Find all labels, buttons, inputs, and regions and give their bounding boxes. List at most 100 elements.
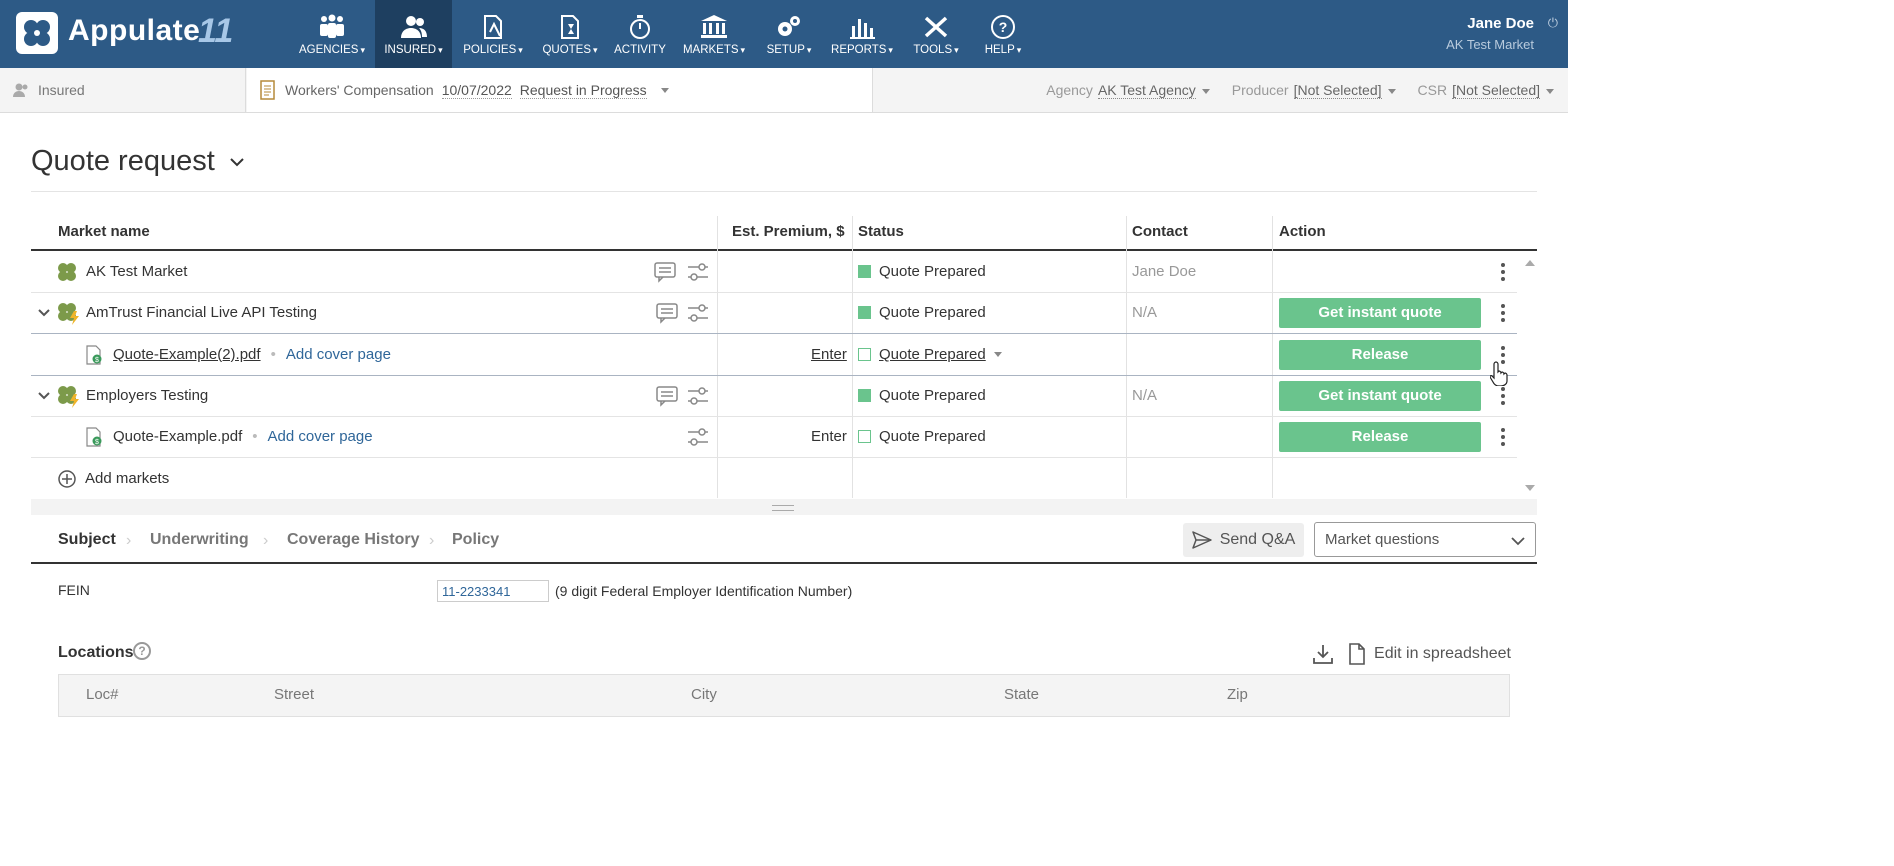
- nav-agencies[interactable]: AGENCIES ▾: [293, 0, 371, 68]
- locations-title: Locations: [58, 644, 134, 661]
- chevron-down-icon: [230, 158, 244, 167]
- table-row[interactable]: Employers Testing Quote Prepared N/A Get…: [31, 375, 1517, 417]
- page-title[interactable]: Quote request: [31, 145, 245, 178]
- svg-text:$: $: [95, 357, 99, 364]
- nav-quotes[interactable]: QUOTES ▾: [537, 0, 603, 68]
- get-instant-quote-button[interactable]: Get instant quote: [1279, 292, 1481, 333]
- status-cell: Quote Prepared: [858, 292, 986, 333]
- producer-selector[interactable]: Producer [Not Selected]: [1232, 82, 1396, 99]
- column-zip[interactable]: Zip: [1227, 686, 1248, 703]
- policy-date[interactable]: 10/07/2022: [441, 82, 512, 99]
- context-bar: Insured Workers' Compensation 10/07/2022…: [0, 68, 1568, 113]
- fein-hint: (9 digit Federal Employer Identification…: [555, 583, 853, 599]
- scroll-down-arrow-icon[interactable]: [1525, 485, 1535, 491]
- column-loc[interactable]: Loc#: [86, 686, 119, 703]
- market-name[interactable]: Employers Testing: [86, 375, 208, 416]
- header-est-premium[interactable]: Est. Premium, $: [732, 223, 845, 240]
- scroll-up-arrow-icon[interactable]: [1525, 260, 1535, 266]
- header-contact[interactable]: Contact: [1132, 223, 1188, 240]
- send-qa-button[interactable]: Send Q&A: [1183, 523, 1304, 557]
- appulate-logo-icon[interactable]: [16, 12, 58, 54]
- release-button[interactable]: Release: [1279, 334, 1481, 375]
- policy-document-icon: [260, 80, 275, 100]
- insured-selector[interactable]: Insured: [0, 68, 246, 112]
- tab-policy[interactable]: Policy: [452, 531, 499, 549]
- contact-cell[interactable]: Jane Doe: [1132, 251, 1196, 292]
- nav-markets[interactable]: MARKETS ▾: [677, 0, 751, 68]
- table-row[interactable]: $ Quote-Example(2).pdf • Add cover page …: [31, 333, 1517, 376]
- edit-in-spreadsheet-button[interactable]: Edit in spreadsheet: [1348, 643, 1511, 665]
- tab-coverage-history[interactable]: Coverage History: [287, 531, 420, 549]
- add-cover-page-link[interactable]: Add cover page: [268, 428, 373, 445]
- status-cell: Quote Prepared: [858, 251, 986, 292]
- settings-sliders-icon[interactable]: [686, 292, 710, 333]
- status-dropdown[interactable]: Quote Prepared: [858, 334, 1002, 375]
- drag-handle-icon[interactable]: [772, 505, 794, 511]
- messages-icon[interactable]: [655, 375, 679, 416]
- more-options-icon[interactable]: [1501, 263, 1505, 281]
- nav-reports[interactable]: REPORTS ▾: [826, 0, 898, 68]
- activity-icon: [630, 15, 650, 39]
- premium-enter-link[interactable]: Enter: [811, 416, 847, 457]
- column-street[interactable]: Street: [274, 686, 314, 703]
- column-state[interactable]: State: [1004, 686, 1039, 703]
- more-options-icon[interactable]: [1501, 428, 1505, 446]
- more-options-icon[interactable]: [1501, 304, 1505, 322]
- nav-insured[interactable]: INSURED ▾: [375, 0, 452, 68]
- power-icon[interactable]: ⏻: [1548, 15, 1558, 31]
- quote-file-link[interactable]: Quote-Example.pdf: [113, 428, 242, 445]
- market-name[interactable]: AK Test Market: [86, 251, 187, 292]
- nav-policies[interactable]: POLICIES ▾: [458, 0, 528, 68]
- chevron-right-icon: ›: [429, 532, 435, 549]
- chevron-right-icon: ›: [126, 532, 132, 549]
- policy-type: Workers' Compensation: [285, 82, 434, 98]
- header-status[interactable]: Status: [858, 223, 904, 240]
- get-instant-quote-button[interactable]: Get instant quote: [1279, 375, 1481, 416]
- table-row[interactable]: AmTrust Financial Live API Testing Quote…: [31, 292, 1517, 334]
- csr-selector[interactable]: CSR [Not Selected]: [1418, 82, 1554, 99]
- table-row[interactable]: AK Test Market Quote Prepared Jane Doe: [31, 251, 1517, 293]
- table-row[interactable]: $ Quote-Example.pdf • Add cover page Ent…: [31, 416, 1517, 458]
- collapse-chevron-icon[interactable]: [38, 375, 50, 416]
- add-cover-page-link[interactable]: Add cover page: [286, 346, 391, 363]
- hand-cursor-icon: [1490, 361, 1508, 386]
- messages-icon[interactable]: [653, 251, 679, 292]
- clover-api-icon: [56, 375, 82, 416]
- nav-help[interactable]: ? HELP ▾: [976, 0, 1030, 68]
- clover-icon: [56, 251, 78, 292]
- nav-tools[interactable]: TOOLS ▾: [906, 0, 966, 68]
- agency-selector[interactable]: Agency AK Test Agency: [1046, 82, 1210, 99]
- tab-underwriting[interactable]: Underwriting: [150, 531, 249, 549]
- download-icon[interactable]: [1312, 643, 1334, 665]
- table-header: Market name Est. Premium, $ Status Conta…: [31, 212, 1537, 251]
- status-indicator: [858, 306, 871, 319]
- add-markets-button[interactable]: Add markets: [57, 458, 169, 499]
- settings-sliders-icon[interactable]: [686, 251, 710, 292]
- resize-splitter[interactable]: [31, 499, 1537, 515]
- header-market-name[interactable]: Market name: [58, 223, 150, 240]
- policy-status[interactable]: Request in Progress: [519, 82, 647, 99]
- settings-sliders-icon[interactable]: [686, 416, 710, 457]
- column-city[interactable]: City: [691, 686, 717, 703]
- release-button[interactable]: Release: [1279, 416, 1481, 457]
- fein-input[interactable]: [437, 580, 549, 602]
- messages-icon[interactable]: [655, 292, 679, 333]
- settings-sliders-icon[interactable]: [686, 375, 710, 416]
- svg-text:?: ?: [999, 19, 1008, 35]
- status-dropdown-icon[interactable]: [660, 87, 669, 93]
- market-name[interactable]: AmTrust Financial Live API Testing: [86, 292, 317, 333]
- tab-subject[interactable]: Subject: [58, 531, 116, 549]
- nav-activity[interactable]: ACTIVITY: [611, 0, 669, 68]
- user-name[interactable]: Jane Doe: [1467, 15, 1534, 32]
- clover-api-icon: [56, 292, 82, 333]
- help-icon[interactable]: ?: [133, 642, 151, 660]
- more-options-icon[interactable]: [1501, 387, 1505, 405]
- quote-file-link[interactable]: Quote-Example(2).pdf: [113, 346, 261, 363]
- collapse-chevron-icon[interactable]: [38, 292, 50, 333]
- market-questions-select[interactable]: Market questions: [1314, 522, 1536, 557]
- premium-enter-link[interactable]: Enter: [811, 334, 847, 375]
- nav-setup[interactable]: SETUP ▾: [760, 0, 818, 68]
- header-action[interactable]: Action: [1279, 223, 1326, 240]
- locations-table: Loc# Street City State Zip: [58, 674, 1510, 717]
- reports-icon: [850, 19, 875, 39]
